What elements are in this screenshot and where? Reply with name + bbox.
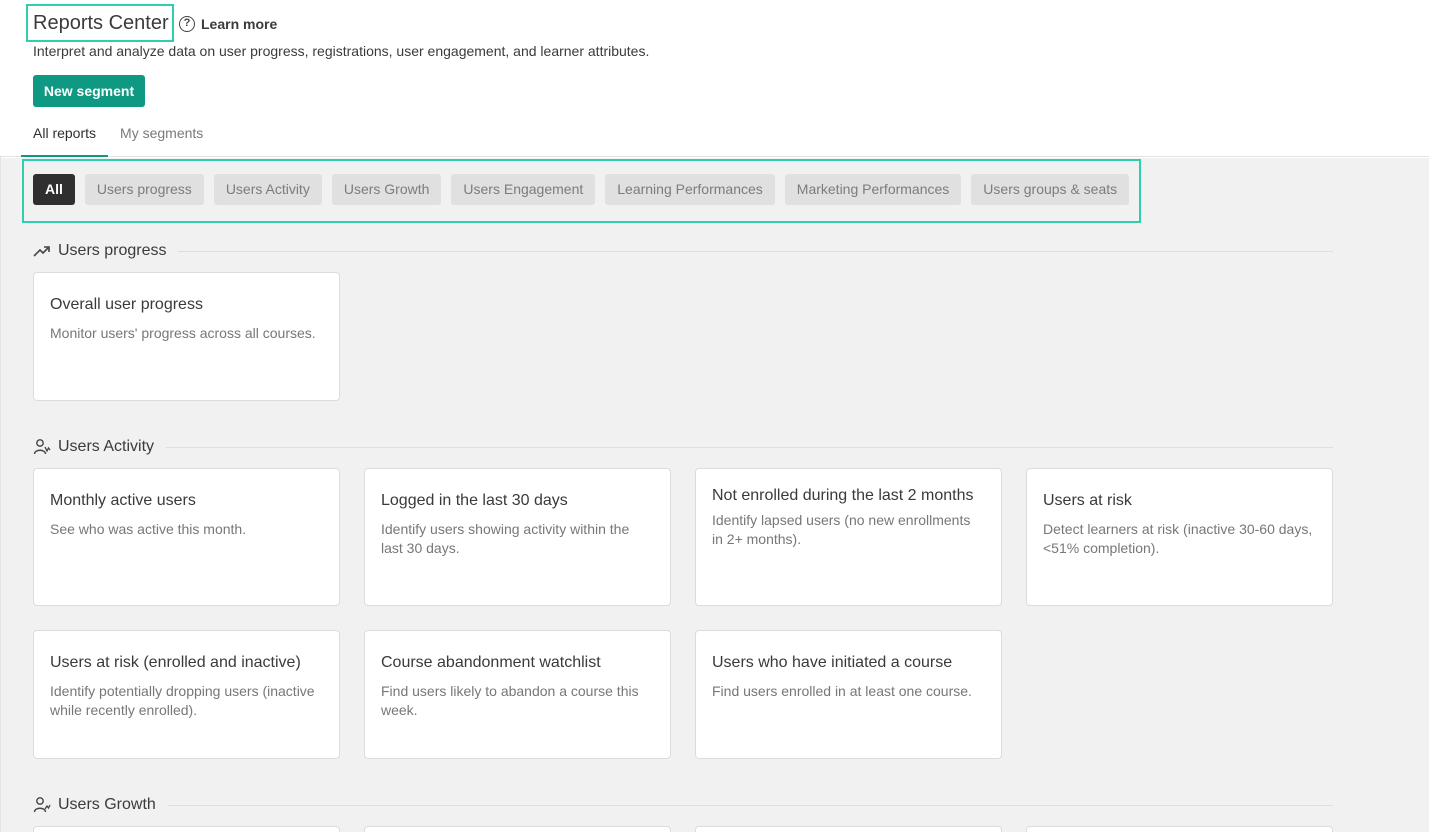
section-title: Users progress xyxy=(58,242,167,259)
filter-chip-all[interactable]: All xyxy=(33,174,75,205)
card-title: Overall user progress xyxy=(50,296,203,313)
filter-chip-users-activity[interactable]: Users Activity xyxy=(213,174,322,205)
trending-up-icon xyxy=(33,242,51,260)
report-card[interactable]: Users who have initiated a course Find u… xyxy=(695,630,1002,759)
filter-chip-users-groups-seats[interactable]: Users groups & seats xyxy=(971,174,1130,205)
page-header: Reports Center ? Learn more Interpret an… xyxy=(0,0,1429,157)
section-divider xyxy=(178,250,1333,252)
tab-my-segments[interactable]: My segments xyxy=(108,124,215,157)
card-title: Course abandonment watchlist xyxy=(381,654,601,671)
users-activity-icon xyxy=(33,438,51,456)
report-card[interactable] xyxy=(1026,826,1333,832)
report-card[interactable]: Course abandonment watchlist Find users … xyxy=(364,630,671,759)
learn-more-label: Learn more xyxy=(201,16,278,32)
card-title: Logged in the last 30 days xyxy=(381,492,568,509)
card-description: See who was active this month. xyxy=(50,521,247,537)
report-card[interactable]: Users at risk Detect learners at risk (i… xyxy=(1026,468,1333,606)
report-card[interactable]: Not enrolled during the last 2 months Id… xyxy=(695,468,1002,606)
card-description: Find users likely to abandon a course th… xyxy=(381,683,639,718)
report-card[interactable] xyxy=(33,826,340,832)
section-header-users-activity: Users Activity xyxy=(33,438,1333,456)
section-header-users-progress: Users progress xyxy=(33,242,1333,260)
learn-more-link[interactable]: ? Learn more xyxy=(179,16,277,32)
card-title: Users at risk (enrolled and inactive) xyxy=(50,654,301,671)
card-description: Monitor users' progress across all cours… xyxy=(50,325,316,341)
page-subtitle: Interpret and analyze data on user progr… xyxy=(33,43,650,59)
report-card[interactable]: Overall user progress Monitor users' pro… xyxy=(33,272,340,401)
report-card[interactable]: Users at risk (enrolled and inactive) Id… xyxy=(33,630,340,759)
section-title: Users Activity xyxy=(58,438,155,455)
card-description: Identify users showing activity within t… xyxy=(381,521,630,556)
section-title: Users Growth xyxy=(58,796,156,813)
card-title: Users at risk xyxy=(1043,492,1132,509)
card-title: Not enrolled during the last 2 months xyxy=(712,487,974,504)
filter-chip-marketing-performances[interactable]: Marketing Performances xyxy=(784,174,962,205)
report-card[interactable] xyxy=(695,826,1002,832)
filter-chip-users-progress[interactable]: Users progress xyxy=(84,174,204,205)
tab-all-reports[interactable]: All reports xyxy=(21,124,109,157)
filter-chip-users-growth[interactable]: Users Growth xyxy=(331,174,442,205)
reports-content: All Users progress Users Activity Users … xyxy=(1,158,1429,832)
filter-chip-learning-performances[interactable]: Learning Performances xyxy=(605,174,775,205)
tab-bar: All reports My segments xyxy=(21,124,215,157)
category-filter-bar: All Users progress Users Activity Users … xyxy=(33,174,1130,205)
users-growth-icon xyxy=(33,796,51,814)
card-description: Identify lapsed users (no new enrollment… xyxy=(712,512,971,547)
report-card[interactable]: Monthly active users See who was active … xyxy=(33,468,340,606)
section-divider xyxy=(167,804,1333,806)
new-segment-button[interactable]: New segment xyxy=(33,75,145,107)
filter-chip-users-engagement[interactable]: Users Engagement xyxy=(451,174,596,205)
card-description: Identify potentially dropping users (ina… xyxy=(50,683,315,718)
card-description: Detect learners at risk (inactive 30-60 … xyxy=(1043,521,1313,556)
section-header-users-growth: Users Growth xyxy=(33,796,1333,814)
card-title: Users who have initiated a course xyxy=(712,654,953,671)
card-description: Find users enrolled in at least one cour… xyxy=(712,683,972,699)
report-card[interactable] xyxy=(364,826,671,832)
section-divider xyxy=(166,446,1333,448)
page-title: Reports Center xyxy=(33,12,169,34)
help-circle-icon: ? xyxy=(179,16,195,32)
report-card[interactable]: Logged in the last 30 days Identify user… xyxy=(364,468,671,606)
card-title: Monthly active users xyxy=(50,492,196,509)
